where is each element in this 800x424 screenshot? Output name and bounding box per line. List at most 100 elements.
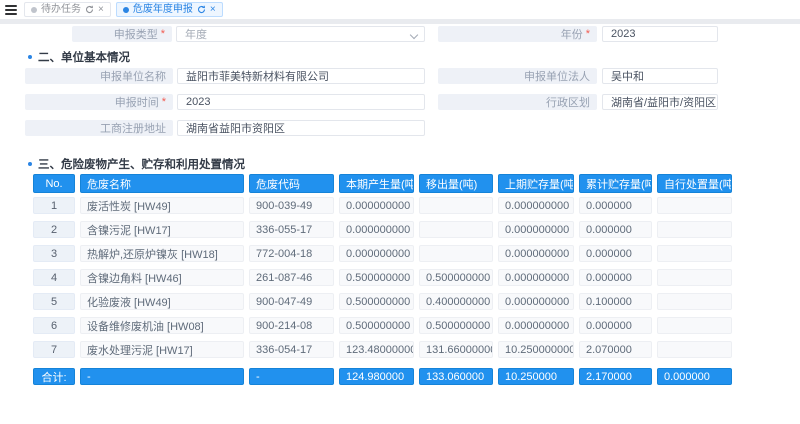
cell-moved [419,245,493,262]
cell-self-disposal [657,221,732,238]
menu-toggle-icon[interactable] [3,3,19,17]
cell-waste-code: 900-214-08 [249,317,334,334]
cell-no: 5 [33,293,75,310]
header-prev-storage: 上期贮存量(吨) [498,174,574,193]
table-header-row: No. 危废名称 危废代码 本期产生量(吨) 移出量(吨) 上期贮存量(吨) 累… [33,174,743,193]
cell-produced: 0.000000000 [339,197,414,214]
cell-waste-code: 261-087-46 [249,269,334,286]
close-icon[interactable]: × [98,5,104,15]
cell-no: 3 [33,245,75,262]
total-self-disposal: 0.000000 [657,368,732,385]
cell-waste-name: 热解炉,还原炉镍灰 [HW18] [80,245,244,262]
legal-person-label: 申报单位法人 [438,68,597,84]
cell-prev-storage: 10.250000000 [498,341,574,358]
refresh-icon[interactable] [85,5,94,14]
total-label: 合计: [33,368,75,385]
required-mark: * [162,96,166,108]
bullet-icon [28,162,32,166]
header-self-disposal: 自行处置量(吨) [657,174,732,193]
cell-produced: 0.500000000 [339,293,414,310]
cell-waste-name: 废水处理污泥 [HW17] [80,341,244,358]
legal-person-input[interactable]: 吴中和 [602,68,718,84]
tab-bar: 待办任务 × 危废年度申报 × [0,0,800,19]
required-mark: * [161,28,165,40]
tab-label: 待办任务 [41,5,81,15]
header-produced: 本期产生量(吨) [339,174,414,193]
header-no: No. [33,174,75,193]
cell-waste-name: 含镍边角料 [HW46] [80,269,244,286]
year-input[interactable]: 2023 [602,26,718,42]
cell-waste-name: 设备维修废机油 [HW08] [80,317,244,334]
header-waste-name: 危废名称 [80,174,244,193]
cell-produced: 0.500000000 [339,317,414,334]
cell-no: 2 [33,221,75,238]
cell-total-storage: 0.000000 [579,221,652,238]
cell-self-disposal [657,197,732,214]
unit-name-label: 申报单位名称 [25,68,173,84]
cell-produced: 0.000000000 [339,221,414,238]
total-prev-storage: 10.250000 [498,368,574,385]
tab-label: 危废年度申报 [133,5,193,15]
cell-produced: 123.480000000 [339,341,414,358]
table-row: 5 化验废液 [HW49] 900-047-49 0.500000000 0.4… [33,293,743,310]
region-input[interactable]: 湖南省/益阳市/资阳区 [602,94,718,110]
declare-time-input[interactable]: 2023 [177,94,425,110]
cell-self-disposal [657,317,732,334]
cell-moved: 131.660000000 [419,341,493,358]
header-moved: 移出量(吨) [419,174,493,193]
table-row: 2 含镍污泥 [HW17] 336-055-17 0.000000000 0.0… [33,221,743,238]
cell-prev-storage: 0.000000000 [498,317,574,334]
waste-table: No. 危废名称 危废代码 本期产生量(吨) 移出量(吨) 上期贮存量(吨) 累… [33,174,743,392]
declare-type-select[interactable]: 年度 [176,26,425,42]
year-label: 年份* [438,26,597,42]
cell-moved [419,197,493,214]
reg-address-label: 工商注册地址 [25,120,173,136]
tab-hazwaste-annual-declaration[interactable]: 危废年度申报 × [116,2,223,17]
total-waste-code: - [249,368,334,385]
tab-status-dot [31,7,37,13]
cell-prev-storage: 0.000000000 [498,293,574,310]
total-produced: 124.980000 [339,368,414,385]
total-moved: 133.060000 [419,368,493,385]
cell-prev-storage: 0.000000000 [498,221,574,238]
table-total-row: 合计: - - 124.980000 133.060000 10.250000 … [33,368,743,385]
declare-time-label: 申报时间* [25,94,173,110]
cell-moved: 0.400000000 [419,293,493,310]
cell-no: 4 [33,269,75,286]
cell-total-storage: 0.100000 [579,293,652,310]
bullet-icon [28,55,32,59]
cell-self-disposal [657,245,732,262]
header-total-storage: 累计贮存量(吨) [579,174,652,193]
cell-waste-code: 772-004-18 [249,245,334,262]
reg-address-input[interactable]: 湖南省益阳市资阳区 [177,120,425,136]
unit-name-input[interactable]: 益阳市菲美特新材料有限公司 [177,68,425,84]
tab-todo-tasks[interactable]: 待办任务 × [24,2,111,17]
cell-total-storage: 0.000000 [579,317,652,334]
section-unit-title: 二、单位基本情况 [28,49,130,65]
divider-band [0,19,800,24]
required-mark: * [586,28,590,40]
cell-waste-name: 化验废液 [HW49] [80,293,244,310]
cell-no: 7 [33,341,75,358]
cell-produced: 0.500000000 [339,269,414,286]
cell-total-storage: 2.070000 [579,341,652,358]
cell-waste-name: 含镍污泥 [HW17] [80,221,244,238]
table-row: 7 废水处理污泥 [HW17] 336-054-17 123.480000000… [33,341,743,358]
tab-status-dot [123,7,129,13]
total-waste-name: - [80,368,244,385]
close-icon[interactable]: × [210,5,216,15]
cell-moved: 0.500000000 [419,269,493,286]
table-row: 3 热解炉,还原炉镍灰 [HW18] 772-004-18 0.00000000… [33,245,743,262]
cell-no: 1 [33,197,75,214]
refresh-icon[interactable] [197,5,206,14]
cell-waste-code: 336-055-17 [249,221,334,238]
cell-self-disposal [657,269,732,286]
cell-prev-storage: 0.000000000 [498,245,574,262]
cell-waste-code: 336-054-17 [249,341,334,358]
cell-produced: 0.000000000 [339,245,414,262]
table-row: 1 废活性炭 [HW49] 900-039-49 0.000000000 0.0… [33,197,743,214]
cell-no: 6 [33,317,75,334]
cell-moved [419,221,493,238]
cell-moved: 0.500000000 [419,317,493,334]
cell-waste-name: 废活性炭 [HW49] [80,197,244,214]
